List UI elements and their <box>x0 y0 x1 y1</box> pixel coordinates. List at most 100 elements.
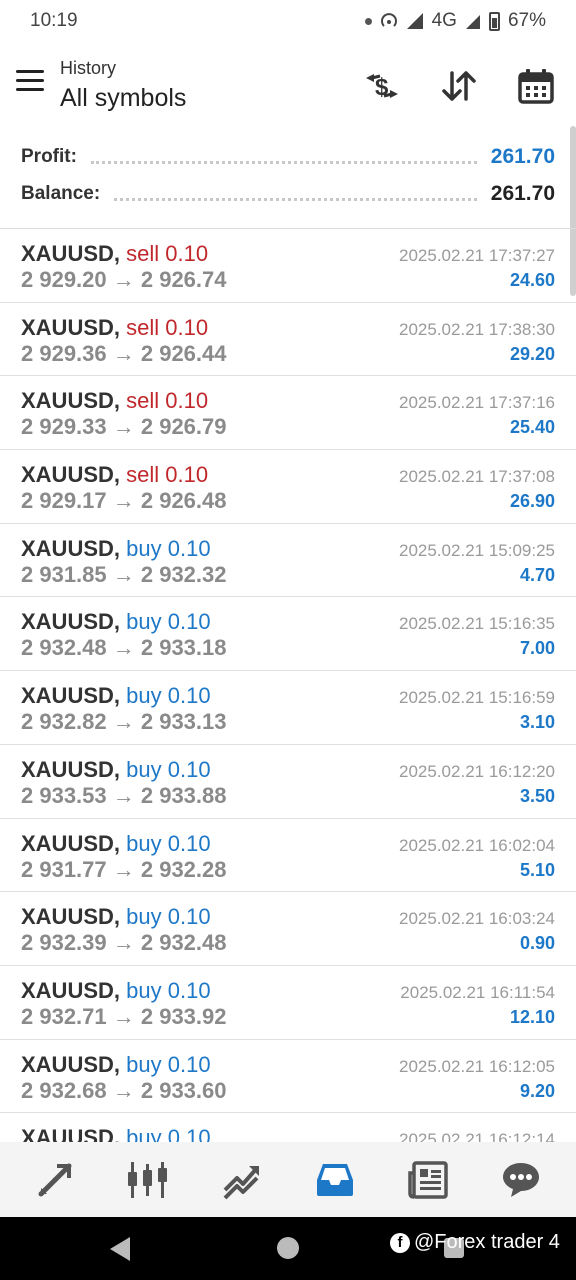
divider-dots <box>114 197 477 201</box>
watermark-text: @Forex trader 4 <box>414 1231 560 1253</box>
trade-symbol: XAUUSD, <box>21 683 121 709</box>
trade-profit: 24.60 <box>509 270 555 290</box>
trade-row[interactable]: XAUUSD, buy 0.10 2 932.68 → 2 933.60 2025.… <box>0 1040 576 1114</box>
trade-history-list[interactable]: XAUUSD, sell 0.10 2 929.20 → 2 926.74 2025… <box>0 228 576 1142</box>
trade-type: buy <box>126 830 162 856</box>
trade-title: XAUUSD, sell 0.10 <box>21 315 208 341</box>
trade-time: 2025.02.21 15:09:25 <box>399 540 555 560</box>
status-bar: 10:19 4G 67% <box>0 0 576 44</box>
battery-icon <box>488 11 500 31</box>
trade-profit: 25.40 <box>509 417 555 438</box>
trade-row[interactable]: XAUUSD, buy 0.10 2 932.48 → 2 933.18 2025.… <box>0 597 576 672</box>
trade-row[interactable]: XAUUSD, buy 0.10 2 931.77 → 2 932.28 2025.… <box>0 819 576 893</box>
trade-symbol: XAUUSD, <box>21 462 121 488</box>
trade-profit: 29.20 <box>509 343 555 364</box>
trade-type: sell <box>126 462 160 488</box>
trade-prices: 2 929.36 → 2 926.44 <box>21 340 227 366</box>
trade-row[interactable]: XAUUSD, buy 0.10 2 932.82 → 2 933.13 2025.… <box>0 671 576 745</box>
divider-dots <box>90 160 477 164</box>
trade-volume: 0.10 <box>167 535 211 561</box>
nav-history[interactable] <box>305 1150 365 1210</box>
nav-quotes[interactable] <box>25 1150 85 1210</box>
trade-row[interactable]: XAUUSD, buy 0.10 2 932.71 → 2 933.92 2025.… <box>0 966 576 1040</box>
trade-profit: 3.50 <box>519 785 555 806</box>
trade-type: buy <box>126 1051 162 1077</box>
signal-icon <box>406 13 423 29</box>
app-header: History All symbols $ <box>0 44 576 128</box>
trade-symbol: XAUUSD, <box>21 609 121 635</box>
trade-row[interactable]: XAUUSD, buy 0.10 2 931.85 → 2 932.32 2025.… <box>0 524 576 598</box>
trade-title: XAUUSD, buy 0.10 <box>21 978 211 1004</box>
menu-icon[interactable] <box>16 70 44 94</box>
trade-type: buy <box>126 683 162 709</box>
balance-value: 261.70 <box>490 182 555 205</box>
trade-row[interactable]: XAUUSD, buy 0.10 2 933.53 → 2 933.88 2025.… <box>0 745 576 819</box>
trade-symbol: XAUUSD, <box>21 314 121 340</box>
trade-prices: 2 932.82 → 2 933.13 <box>21 709 227 735</box>
trade-symbol: XAUUSD, <box>21 830 121 856</box>
trade-volume: 0.10 <box>167 977 211 1003</box>
trade-title: XAUUSD, buy 0.10 <box>21 536 211 562</box>
dollar-exchange-button[interactable]: $ <box>360 64 404 108</box>
back-icon[interactable] <box>110 1237 130 1261</box>
hotspot-icon <box>380 13 397 27</box>
news-icon <box>408 1160 448 1199</box>
trade-row[interactable]: XAUUSD, sell 0.10 2 929.33 → 2 926.79 2025… <box>0 376 576 451</box>
trade-time: 2025.02.21 17:37:08 <box>399 467 555 487</box>
trade-prices: 2 931.77 → 2 932.28 <box>21 856 227 882</box>
messages-icon <box>503 1162 540 1197</box>
home-icon[interactable] <box>277 1237 299 1259</box>
trade-volume: 0.10 <box>167 1051 211 1077</box>
trade-row[interactable]: XAUUSD, sell 0.10 2 929.17 → 2 926.48 2025… <box>0 450 576 524</box>
trade-volume: 0.10 <box>167 830 211 856</box>
trade-title: XAUUSD, buy 0.10 <box>21 757 211 783</box>
trade-volume: 0.10 <box>165 462 209 488</box>
sort-button[interactable] <box>437 64 481 108</box>
trade-row[interactable]: XAUUSD, buy 0.10 2025.02.21 16:12:14 <box>0 1113 576 1142</box>
trade-time: 2025.02.21 16:03:24 <box>399 909 555 929</box>
nav-trade[interactable] <box>211 1150 271 1210</box>
trade-prices: 2 932.39 → 2 932.48 <box>21 930 227 956</box>
calendar-button[interactable] <box>514 64 558 108</box>
trade-prices: 2 932.71 → 2 933.92 <box>21 1003 227 1029</box>
trade-profit: 12.10 <box>509 1006 555 1027</box>
profit-row: Profit: 261.70 <box>21 142 555 172</box>
header-title[interactable]: All symbols <box>60 84 186 113</box>
trade-profit: 7.00 <box>519 638 555 659</box>
nav-chart[interactable] <box>118 1150 178 1210</box>
profit-value: 261.70 <box>490 145 555 168</box>
trade-type: sell <box>126 314 160 340</box>
trade-icon <box>223 1165 260 1199</box>
trade-time: 2025.02.21 16:12:05 <box>399 1056 555 1076</box>
trade-title: XAUUSD, buy 0.10 <box>21 683 211 709</box>
trade-volume: 0.10 <box>167 904 211 930</box>
trade-row[interactable]: XAUUSD, sell 0.10 2 929.36 → 2 926.44 2025… <box>0 303 576 377</box>
trade-profit: 5.10 <box>519 859 555 880</box>
trade-title: XAUUSD, sell 0.10 <box>21 388 208 414</box>
quotes-icon <box>38 1163 72 1196</box>
trade-row[interactable]: XAUUSD, buy 0.10 2 932.39 → 2 932.48 2025.… <box>0 892 576 966</box>
trade-title: XAUUSD, buy 0.10 <box>21 1052 211 1078</box>
trade-volume: 0.10 <box>165 241 209 266</box>
balance-label: Balance: <box>21 183 101 204</box>
trade-volume: 0.10 <box>167 609 211 635</box>
nav-messages[interactable] <box>491 1150 551 1210</box>
trade-symbol: XAUUSD, <box>21 241 121 266</box>
nav-news[interactable] <box>398 1150 458 1210</box>
trade-type: buy <box>126 609 162 635</box>
bottom-navigation <box>0 1142 576 1217</box>
trade-symbol: XAUUSD, <box>21 977 121 1003</box>
trade-type: buy <box>126 756 162 782</box>
trade-prices: 2 929.33 → 2 926.79 <box>21 414 227 440</box>
trade-type: buy <box>126 904 162 930</box>
trade-row[interactable]: XAUUSD, sell 0.10 2 929.20 → 2 926.74 2025… <box>0 229 576 303</box>
network-type: 4G <box>431 10 457 31</box>
trade-time: 2025.02.21 17:37:27 <box>399 246 555 265</box>
signal-2-icon <box>465 15 480 29</box>
trade-volume: 0.10 <box>167 756 211 782</box>
trade-type: buy <box>126 977 162 1003</box>
facebook-icon: f <box>390 1232 410 1253</box>
trade-symbol: XAUUSD, <box>21 535 121 561</box>
trade-volume: 0.10 <box>165 388 209 414</box>
trade-type: sell <box>126 388 160 414</box>
